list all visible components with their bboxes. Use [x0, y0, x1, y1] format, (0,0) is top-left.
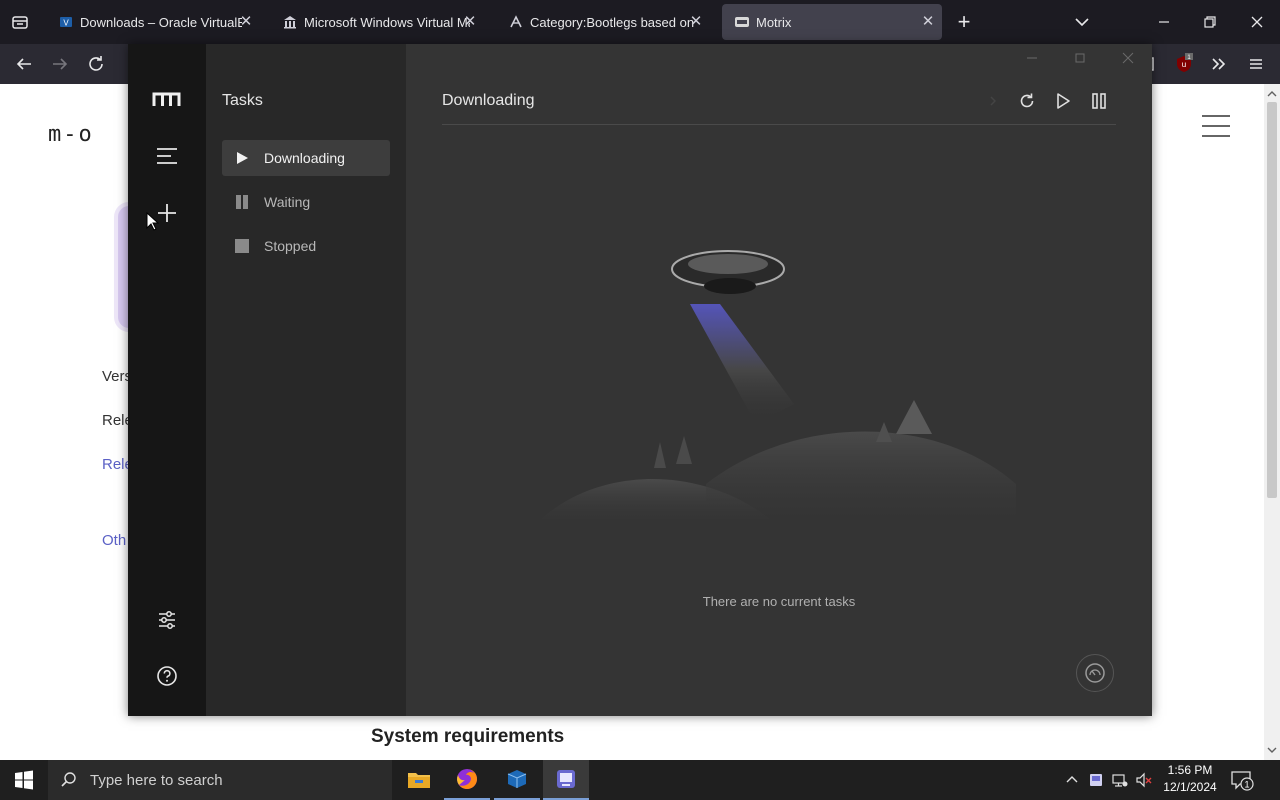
motrix-rail	[128, 44, 206, 716]
museum-icon	[282, 14, 298, 30]
close-tab-icon[interactable]: ✕	[688, 14, 704, 30]
scroll-up-icon[interactable]	[1266, 88, 1278, 100]
chevron-right-icon	[982, 90, 1004, 112]
search-placeholder: Type here to search	[90, 771, 223, 789]
clock-date: 12/1/2024	[1163, 780, 1217, 794]
menu-lines-icon[interactable]	[152, 141, 182, 171]
back-arrow-icon[interactable]	[12, 52, 36, 76]
ufo-illustration	[536, 250, 1016, 524]
refresh-icon[interactable]	[1016, 90, 1038, 112]
taskbar-clock[interactable]: 1:56 PM 12/1/2024	[1156, 762, 1224, 796]
motrix-taskbar-icon[interactable]	[543, 760, 589, 800]
settings-sliders-icon[interactable]	[152, 605, 182, 635]
wiki-icon	[508, 14, 524, 30]
volume-muted-icon[interactable]	[1136, 772, 1152, 788]
empty-state-message: There are no current tasks	[702, 594, 856, 609]
motrix-logo-icon[interactable]	[152, 85, 182, 115]
virtualbox-icon: V	[58, 14, 74, 30]
file-explorer-icon[interactable]	[396, 760, 442, 800]
network-icon[interactable]	[1112, 772, 1128, 788]
minimize-icon[interactable]	[1150, 8, 1178, 36]
notification-center-icon[interactable]: 1	[1228, 768, 1254, 792]
tasks-sidebar: Tasks Downloading Waiting Stopped	[206, 44, 406, 716]
close-tab-icon[interactable]: ✕	[238, 14, 254, 30]
motrix-maximize-icon[interactable]	[1070, 50, 1090, 66]
forward-arrow-icon[interactable]	[48, 52, 72, 76]
clock-time: 1:56 PM	[1167, 763, 1213, 777]
browser-tabstrip: V Downloads – Oracle VirtualBox ✕ Micros…	[0, 0, 1280, 44]
windows-taskbar: Type here to search 1:56 PM 12/1/2024 1	[0, 760, 1280, 800]
close-tab-icon[interactable]: ✕	[462, 14, 478, 30]
help-icon[interactable]	[152, 661, 182, 691]
speedometer-icon[interactable]	[1076, 654, 1114, 692]
tasks-main-panel: Downloading There are no current tasks	[406, 44, 1152, 716]
tab-bootlegs-category[interactable]: Category:Bootlegs based on Wi ✕	[496, 4, 710, 40]
menu-item-downloading[interactable]: Downloading	[222, 140, 390, 176]
tab-label: Downloads – Oracle VirtualBox	[80, 14, 242, 30]
motrix-tab-icon	[734, 14, 750, 30]
search-icon	[60, 771, 78, 789]
ublock-icon[interactable]: u1	[1172, 52, 1196, 76]
svg-text:V: V	[63, 19, 69, 28]
pause-icon	[234, 194, 250, 210]
windows-start-icon[interactable]	[0, 760, 48, 800]
menu-item-label: Waiting	[264, 194, 311, 210]
hamburger-menu-icon[interactable]	[1244, 52, 1268, 76]
page-title: Downloading	[442, 92, 535, 109]
tray-app-icon[interactable]	[1088, 772, 1104, 788]
site-menu-icon[interactable]	[1200, 112, 1232, 140]
tab-list-icon[interactable]	[8, 10, 32, 34]
pause-all-icon[interactable]	[1088, 90, 1110, 112]
close-tab-icon[interactable]: ✕	[920, 14, 936, 30]
extensions-overflow-icon[interactable]	[1207, 52, 1231, 76]
motrix-window: Tasks Downloading Waiting Stopped Downlo…	[128, 44, 1152, 716]
menu-item-label: Stopped	[264, 238, 317, 254]
stop-icon	[234, 238, 250, 254]
notification-count: 1	[1244, 780, 1249, 790]
play-icon	[234, 150, 250, 166]
virtualbox-taskbar-icon[interactable]	[494, 760, 540, 800]
mouse-cursor-icon	[146, 212, 160, 231]
motrix-close-icon[interactable]	[1118, 50, 1138, 66]
close-window-icon[interactable]	[1243, 8, 1271, 36]
chevron-down-icon[interactable]	[1070, 10, 1094, 34]
restore-icon[interactable]	[1196, 8, 1224, 36]
tab-label: Category:Bootlegs based on Wi	[530, 14, 694, 30]
system-requirements-heading: System requirements	[371, 726, 565, 747]
page-scrollbar[interactable]	[1264, 84, 1280, 760]
reload-icon[interactable]	[84, 52, 108, 76]
tab-windows-virtual-machine[interactable]: Microsoft Windows Virtual Mac ✕	[270, 4, 484, 40]
tab-motrix[interactable]: Motrix ✕	[722, 4, 942, 40]
scroll-thumb[interactable]	[1267, 102, 1277, 498]
motrix-minimize-icon[interactable]	[1022, 50, 1042, 66]
menu-item-waiting[interactable]: Waiting	[222, 184, 390, 220]
scroll-down-icon[interactable]	[1266, 744, 1278, 756]
tab-virtualbox[interactable]: V Downloads – Oracle VirtualBox ✕	[46, 4, 260, 40]
tab-label: Microsoft Windows Virtual Mac	[304, 14, 470, 30]
tab-label: Motrix	[756, 14, 792, 30]
resume-all-icon[interactable]	[1052, 90, 1074, 112]
menu-item-label: Downloading	[264, 150, 345, 166]
tray-chevron-up-icon[interactable]	[1064, 772, 1080, 788]
tasks-title: Tasks	[222, 92, 263, 109]
header-divider	[442, 124, 1116, 125]
menu-item-stopped[interactable]: Stopped	[222, 228, 390, 264]
site-logo[interactable]: m-o	[48, 122, 94, 147]
other-link[interactable]: Oth	[102, 532, 126, 549]
svg-text:u: u	[1182, 60, 1186, 69]
new-tab-button[interactable]: +	[952, 10, 976, 34]
taskbar-search-box[interactable]: Type here to search	[48, 760, 392, 800]
firefox-icon[interactable]	[444, 760, 490, 800]
